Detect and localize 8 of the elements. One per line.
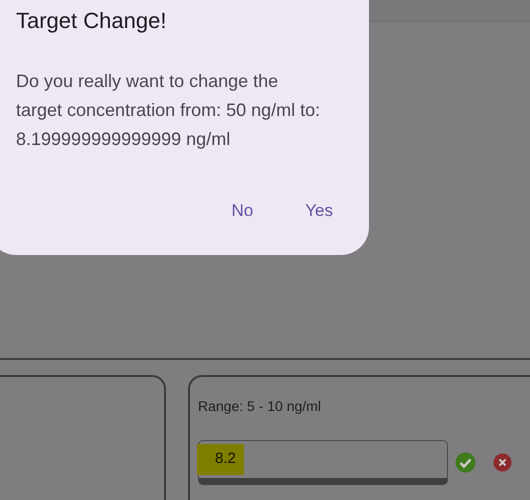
confirm-check-icon[interactable] [455,452,476,473]
dialog-title: Target Change! [16,7,166,35]
dialog-button[interactable]: No [226,194,260,228]
dialog-button[interactable]: Yes [299,194,339,228]
input-field[interactable]: 8.2 [198,440,448,485]
dialog-message: Do you really want to change the target concentration from: 50 ng/ml to: 8.199999999999999 ng/ml [16,70,322,151]
range-label: Range: 5 - 10 ng/ml [198,397,321,416]
cancel-close-icon[interactable] [493,453,512,472]
